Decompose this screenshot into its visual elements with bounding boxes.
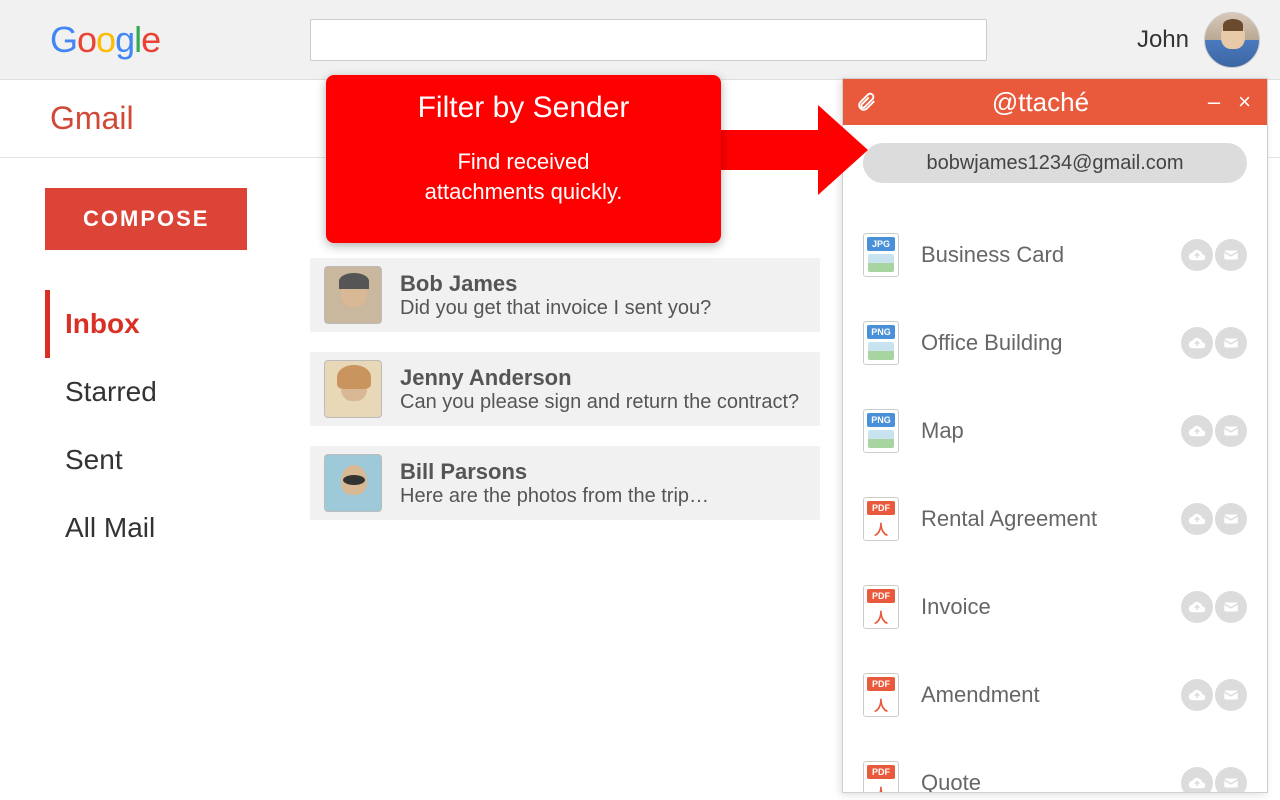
email-item[interactable]: Bill ParsonsHere are the photos from the… (310, 446, 820, 520)
sidebar-item-inbox[interactable]: Inbox (45, 290, 290, 358)
panel-title: @ttaché (887, 87, 1194, 118)
file-type-icon: PDF (863, 673, 899, 717)
gmail-label[interactable]: Gmail (0, 100, 134, 137)
file-type-icon: PNG (863, 321, 899, 365)
file-type-icon: PNG (863, 409, 899, 453)
email-item[interactable]: Jenny AndersonCan you please sign and re… (310, 352, 820, 426)
sender-avatar (324, 266, 382, 324)
save-to-cloud-button[interactable] (1181, 503, 1213, 535)
email-sender: Bill Parsons (400, 459, 806, 485)
filter-by-sender-input[interactable] (863, 143, 1247, 183)
panel-header: @ttaché – × (843, 79, 1267, 125)
attachment-actions (1181, 239, 1247, 271)
attachment-name: Office Building (921, 330, 1159, 356)
file-type-icon: PDF (863, 585, 899, 629)
attachment-actions (1181, 415, 1247, 447)
file-type-icon: JPG (863, 233, 899, 277)
sidebar-item-sent[interactable]: Sent (45, 426, 290, 494)
attachment-item[interactable]: PNG Map (863, 387, 1247, 475)
minimize-button[interactable]: – (1204, 89, 1224, 115)
attachment-item[interactable]: PDF Quote (863, 739, 1247, 792)
attachment-actions (1181, 503, 1247, 535)
send-email-button[interactable] (1215, 503, 1247, 535)
send-email-button[interactable] (1215, 327, 1247, 359)
logo-letter: G (50, 19, 77, 60)
email-sender: Jenny Anderson (400, 365, 806, 391)
attachment-item[interactable]: PDF Amendment (863, 651, 1247, 739)
save-to-cloud-button[interactable] (1181, 767, 1213, 792)
save-to-cloud-button[interactable] (1181, 415, 1213, 447)
email-preview: Did you get that invoice I sent you? (400, 297, 806, 320)
attachment-item[interactable]: PDF Invoice (863, 563, 1247, 651)
save-to-cloud-button[interactable] (1181, 591, 1213, 623)
send-email-button[interactable] (1215, 239, 1247, 271)
attachment-actions (1181, 767, 1247, 792)
attachment-actions (1181, 591, 1247, 623)
attachment-name: Quote (921, 770, 1159, 792)
email-text: Bob JamesDid you get that invoice I sent… (400, 271, 806, 320)
sender-avatar (324, 360, 382, 418)
email-sender: Bob James (400, 271, 806, 297)
search-input[interactable] (310, 19, 987, 61)
user-name: John (1137, 26, 1189, 54)
logo-letter: o (96, 19, 115, 60)
file-type-icon: PDF (863, 761, 899, 792)
close-button[interactable]: × (1234, 89, 1255, 115)
send-email-button[interactable] (1215, 679, 1247, 711)
sidebar-item-starred[interactable]: Starred (45, 358, 290, 426)
attachment-name: Map (921, 418, 1159, 444)
attachment-name: Amendment (921, 682, 1159, 708)
attachment-item[interactable]: PDF Rental Agreement (863, 475, 1247, 563)
callout-text: Find receivedattachments quickly. (346, 147, 701, 206)
email-text: Jenny AndersonCan you please sign and re… (400, 365, 806, 414)
attachment-actions (1181, 327, 1247, 359)
user-area: John (1137, 12, 1260, 68)
sidebar-item-all-mail[interactable]: All Mail (45, 494, 290, 562)
google-logo[interactable]: Google (50, 19, 160, 61)
send-email-button[interactable] (1215, 415, 1247, 447)
email-text: Bill ParsonsHere are the photos from the… (400, 459, 806, 508)
email-list: Bob JamesDid you get that invoice I sent… (310, 158, 820, 800)
attachment-name: Business Card (921, 242, 1159, 268)
email-item[interactable]: Bob JamesDid you get that invoice I sent… (310, 258, 820, 332)
tutorial-callout: Filter by Sender Find receivedattachment… (326, 75, 721, 243)
callout-arrow (720, 130, 820, 170)
logo-letter: g (115, 19, 134, 60)
attachment-item[interactable]: JPG Business Card (863, 211, 1247, 299)
header: Google John (0, 0, 1280, 80)
attachment-name: Rental Agreement (921, 506, 1159, 532)
logo-letter: o (77, 19, 96, 60)
callout-title: Filter by Sender (346, 91, 701, 125)
attachment-item[interactable]: PNG Office Building (863, 299, 1247, 387)
file-type-icon: PDF (863, 497, 899, 541)
email-preview: Can you please sign and return the contr… (400, 391, 806, 414)
sender-avatar (324, 454, 382, 512)
user-avatar[interactable] (1204, 12, 1260, 68)
compose-button[interactable]: COMPOSE (45, 188, 247, 250)
send-email-button[interactable] (1215, 591, 1247, 623)
attachment-actions (1181, 679, 1247, 711)
send-email-button[interactable] (1215, 767, 1247, 792)
attachment-list: JPG Business Card PNG Office Building PNG Map… (843, 201, 1267, 792)
email-preview: Here are the photos from the trip… (400, 485, 806, 508)
attachment-name: Invoice (921, 594, 1159, 620)
save-to-cloud-button[interactable] (1181, 679, 1213, 711)
sidebar: COMPOSE InboxStarredSentAll Mail (0, 158, 310, 800)
attache-panel: @ttaché – × JPG Business Card PNG Office Bu… (842, 78, 1268, 793)
save-to-cloud-button[interactable] (1181, 239, 1213, 271)
logo-letter: e (141, 19, 160, 60)
save-to-cloud-button[interactable] (1181, 327, 1213, 359)
